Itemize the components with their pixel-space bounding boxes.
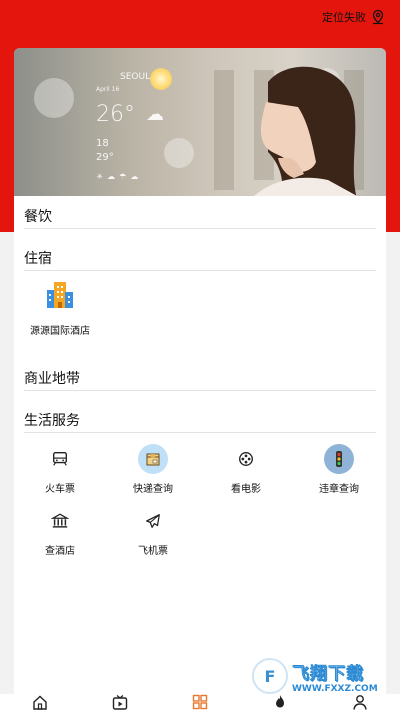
package-icon [138, 444, 168, 474]
watermark: F 飞翔下载 WWW.FXXZ.COM [252, 656, 392, 696]
service-traffic-violation[interactable]: 违章查询 [299, 444, 379, 495]
location-button[interactable]: 定位失败 [322, 9, 386, 25]
section-life-services-title[interactable]: 生活服务 [24, 410, 80, 430]
hotel-building-icon [47, 282, 73, 308]
train-icon [45, 444, 75, 474]
location-pin-icon [372, 9, 384, 25]
film-reel-icon [231, 444, 261, 474]
video-icon [112, 695, 128, 710]
airplane-icon [138, 506, 168, 536]
top-bar: 定位失败 [0, 0, 400, 36]
service-movies[interactable]: 看电影 [206, 444, 286, 495]
service-flight-ticket[interactable]: 飞机票 [113, 506, 193, 557]
tab-services[interactable] [190, 694, 210, 711]
location-status: 定位失败 [322, 11, 366, 24]
service-hotel-search[interactable]: 查酒店 [20, 506, 100, 557]
tab-hot[interactable] [270, 694, 290, 711]
home-icon [33, 695, 47, 710]
divider [24, 390, 376, 391]
weather-widget-graphic: SEOUL April 16 26° ☁ 18 29° ☀☁☂☁ [84, 68, 184, 188]
tab-home[interactable] [30, 694, 50, 711]
traffic-light-icon [324, 444, 354, 474]
sun-icon [150, 68, 172, 90]
fire-icon [276, 695, 284, 708]
user-icon [353, 695, 367, 710]
cloud-icon: ☁ [146, 104, 164, 125]
tab-video[interactable] [110, 694, 130, 711]
divider [24, 432, 376, 433]
promo-banner[interactable]: SEOUL April 16 26° ☁ 18 29° ☀☁☂☁ [14, 48, 386, 196]
service-express-tracking[interactable]: 快递查询 [113, 444, 193, 495]
divider [24, 228, 376, 229]
divider [24, 270, 376, 271]
watermark-logo-icon: F [252, 658, 288, 694]
lodging-item-label: 源源国际酒店 [30, 326, 90, 337]
lodging-item[interactable]: 源源国际酒店 [30, 280, 90, 339]
woman-photo [254, 66, 358, 196]
service-train-ticket[interactable]: 火车票 [20, 444, 100, 495]
tab-profile[interactable] [350, 694, 370, 711]
section-business-title[interactable]: 商业地带 [24, 368, 80, 388]
forecast-icons: ☀☁☂☁ [96, 172, 143, 181]
bank-building-icon [45, 506, 75, 536]
content-card: SEOUL April 16 26° ☁ 18 29° ☀☁☂☁ 餐饮 住宿 源… [14, 48, 386, 698]
bottom-tab-bar [0, 694, 400, 711]
section-dining-title[interactable]: 餐饮 [24, 206, 52, 226]
section-lodging-title[interactable]: 住宿 [24, 248, 52, 268]
grid-icon [192, 694, 208, 710]
